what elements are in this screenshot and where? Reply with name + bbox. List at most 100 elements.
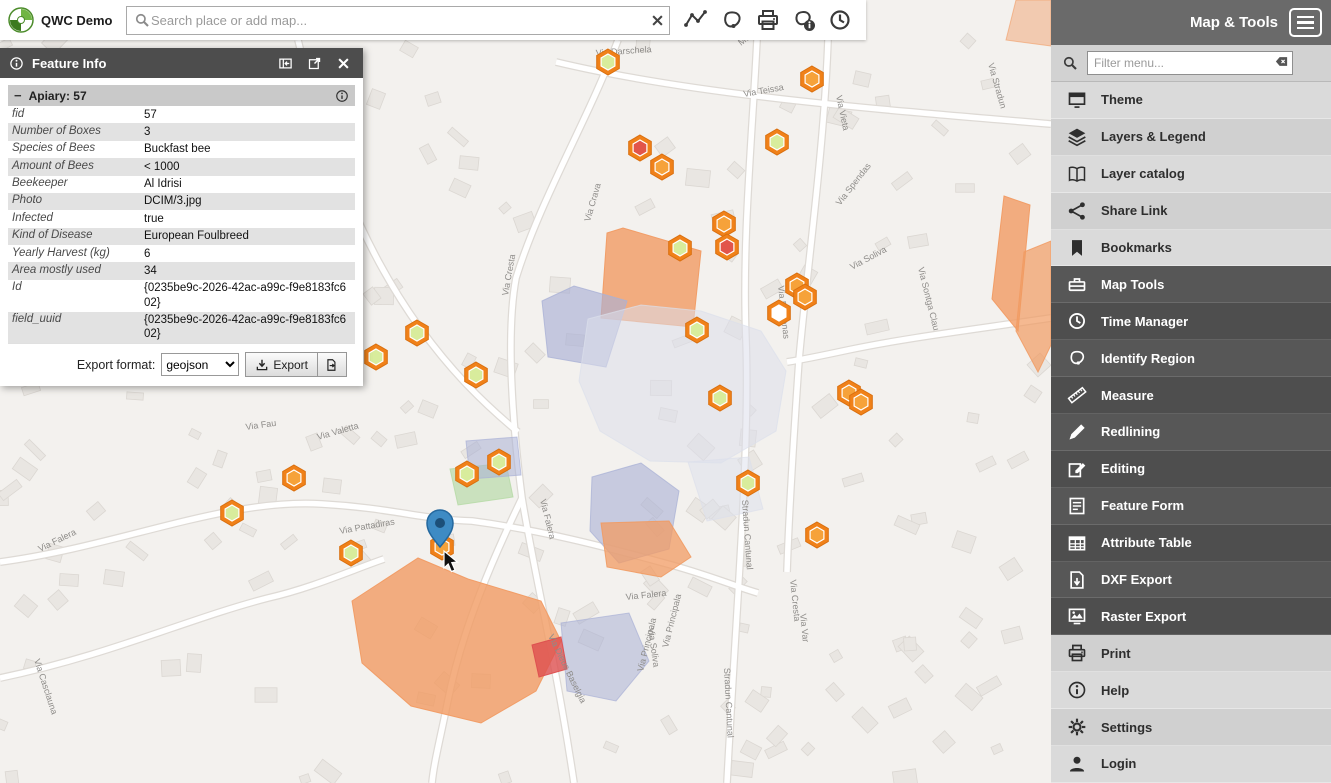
sidebar-item-redlining[interactable]: Redlining bbox=[1051, 414, 1331, 451]
apiary-marker-red[interactable] bbox=[629, 135, 652, 161]
identify-button[interactable] bbox=[786, 2, 822, 38]
export-format-select[interactable]: geojson bbox=[161, 353, 239, 376]
search-input[interactable] bbox=[151, 13, 650, 28]
time-manager-button[interactable] bbox=[822, 2, 858, 38]
detach-panel-button[interactable] bbox=[304, 56, 325, 71]
sidebar-item-editing[interactable]: Editing bbox=[1051, 451, 1331, 488]
apiary-marker-orange[interactable] bbox=[283, 465, 306, 491]
street-label: Via Spendas bbox=[834, 161, 874, 208]
sidebar-item-dxf-export[interactable]: DXF Export bbox=[1051, 562, 1331, 599]
attribute-row: field_uuid{0235be9c-2026-42ac-a99c-f9e81… bbox=[8, 312, 355, 344]
apiary-marker-green[interactable] bbox=[221, 500, 244, 526]
book-icon bbox=[1067, 164, 1087, 184]
attribute-row: Amount of Bees< 1000 bbox=[8, 158, 355, 175]
sidebar-item-label: Help bbox=[1101, 683, 1129, 698]
sidebar-item-theme[interactable]: Theme bbox=[1051, 82, 1331, 119]
application: Via DarschelaMuttaVia TeissaVia VietaVia… bbox=[0, 0, 1331, 783]
attribute-value: < 1000 bbox=[140, 158, 355, 175]
measure-icon bbox=[684, 8, 708, 32]
sidebar-item-time-manager[interactable]: Time Manager bbox=[1051, 303, 1331, 340]
filter-menu-input[interactable] bbox=[1087, 51, 1293, 75]
sidebar-item-label: Measure bbox=[1101, 388, 1154, 403]
apiary-marker-orange[interactable] bbox=[801, 66, 824, 92]
close-panel-button[interactable] bbox=[333, 56, 354, 71]
attribute-row: Species of BeesBuckfast bee bbox=[8, 141, 355, 158]
help-icon bbox=[1067, 680, 1087, 700]
sidebar-item-help[interactable]: Help bbox=[1051, 672, 1331, 709]
attribute-value: DCIM/3.jpg bbox=[140, 193, 355, 210]
sidebar-item-feature-form[interactable]: Feature Form bbox=[1051, 488, 1331, 525]
attribute-label: Amount of Bees bbox=[8, 158, 140, 175]
street-label: Via Principala bbox=[660, 593, 683, 649]
sidebar-item-measure[interactable]: Measure bbox=[1051, 377, 1331, 414]
sidebar-item-bookmarks[interactable]: Bookmarks bbox=[1051, 230, 1331, 267]
attribute-value: 6 bbox=[140, 245, 355, 262]
sidebar-item-identify-region[interactable]: Identify Region bbox=[1051, 340, 1331, 377]
attribute-label: fid bbox=[8, 106, 140, 123]
sidebar-item-map-tools[interactable]: Map Tools bbox=[1051, 266, 1331, 303]
print-button[interactable] bbox=[750, 2, 786, 38]
apiary-marker-orange[interactable] bbox=[806, 522, 829, 548]
edit-icon bbox=[1067, 459, 1087, 479]
download-icon bbox=[255, 358, 269, 372]
person-icon bbox=[1067, 754, 1087, 774]
attribute-value: {0235be9c-2026-42ac-a99c-f9e8183fc602} bbox=[140, 280, 355, 312]
search-clear-button[interactable] bbox=[650, 13, 665, 28]
sidebar-item-label: DXF Export bbox=[1101, 572, 1172, 587]
sidebar-title: Map & Tools bbox=[1190, 14, 1278, 31]
sidebar: Map & Tools ThemeLayers & Legend Layer ca… bbox=[1051, 0, 1331, 783]
attribute-row: Infectedtrue bbox=[8, 210, 355, 227]
identify-region-button[interactable] bbox=[714, 2, 750, 38]
sidebar-item-label: Settings bbox=[1101, 720, 1152, 735]
attribute-value: 3 bbox=[140, 123, 355, 140]
panel-title: Feature Info bbox=[32, 56, 267, 71]
topbar-tools bbox=[678, 2, 858, 38]
menu-toggle-button[interactable] bbox=[1289, 8, 1322, 37]
orange-overlay-polygon bbox=[1006, 0, 1051, 46]
sidebar-item-label: Layer catalog bbox=[1101, 166, 1185, 181]
collapse-icon: − bbox=[14, 89, 22, 102]
sidebar-item-raster-export[interactable]: Raster Export bbox=[1051, 598, 1331, 635]
sidebar-item-attribute-table[interactable]: Attribute Table bbox=[1051, 525, 1331, 562]
bookmark-icon bbox=[1067, 238, 1087, 258]
attribute-value: 34 bbox=[140, 262, 355, 279]
attribute-label: Kind of Disease bbox=[8, 228, 140, 245]
sidebar-header: Map & Tools bbox=[1051, 0, 1331, 45]
app-logo[interactable]: QWC Demo bbox=[0, 7, 126, 33]
apiary-marker-green[interactable] bbox=[766, 129, 789, 155]
feature-info-header: Feature Info bbox=[0, 48, 363, 78]
time-manager-icon bbox=[828, 8, 852, 32]
measure-button[interactable] bbox=[678, 2, 714, 38]
attribute-label: Id bbox=[8, 280, 140, 312]
print-icon bbox=[1067, 643, 1087, 663]
export-file-button[interactable] bbox=[318, 352, 347, 377]
sidebar-item-label: Map Tools bbox=[1101, 277, 1164, 292]
sidebar-item-label: Share Link bbox=[1101, 203, 1167, 218]
sidebar-item-login[interactable]: Login bbox=[1051, 746, 1331, 783]
attribute-row: Number of Boxes3 bbox=[8, 123, 355, 140]
attribute-value: Al Idrisi bbox=[140, 176, 355, 193]
attribute-value: Buckfast bee bbox=[140, 141, 355, 158]
pale-overlay-polygon bbox=[579, 305, 786, 463]
street-label: Via Var bbox=[798, 613, 811, 643]
sidebar-item-share-link[interactable]: Share Link bbox=[1051, 193, 1331, 230]
apiary-marker-orange[interactable] bbox=[651, 154, 674, 180]
sidebar-item-settings[interactable]: Settings bbox=[1051, 709, 1331, 746]
apiary-marker-green[interactable] bbox=[365, 344, 388, 370]
street-label: Via Pattadiras bbox=[339, 516, 396, 536]
feature-info-body: − Apiary: 57 fid57Number of Boxes3Specie… bbox=[0, 78, 363, 386]
dock-panel-button[interactable] bbox=[275, 56, 296, 71]
sidebar-item-layer-catalog[interactable]: Layer catalog bbox=[1051, 156, 1331, 193]
street-label: Via Sontga Clau bbox=[916, 266, 941, 331]
filter-clear-button[interactable] bbox=[1272, 54, 1290, 72]
identify-region-icon bbox=[720, 8, 744, 32]
sidebar-item-print[interactable]: Print bbox=[1051, 635, 1331, 672]
sidebar-item-layers-legend[interactable]: Layers & Legend bbox=[1051, 119, 1331, 156]
attribute-row: Area mostly used34 bbox=[8, 262, 355, 279]
export-button[interactable]: Export bbox=[245, 352, 318, 377]
attribute-value: 57 bbox=[140, 106, 355, 123]
attribute-value: European Foulbreed bbox=[140, 228, 355, 245]
attribute-value: true bbox=[140, 210, 355, 227]
feature-section-header[interactable]: − Apiary: 57 bbox=[8, 85, 355, 106]
apiary-marker-green[interactable] bbox=[406, 320, 429, 346]
